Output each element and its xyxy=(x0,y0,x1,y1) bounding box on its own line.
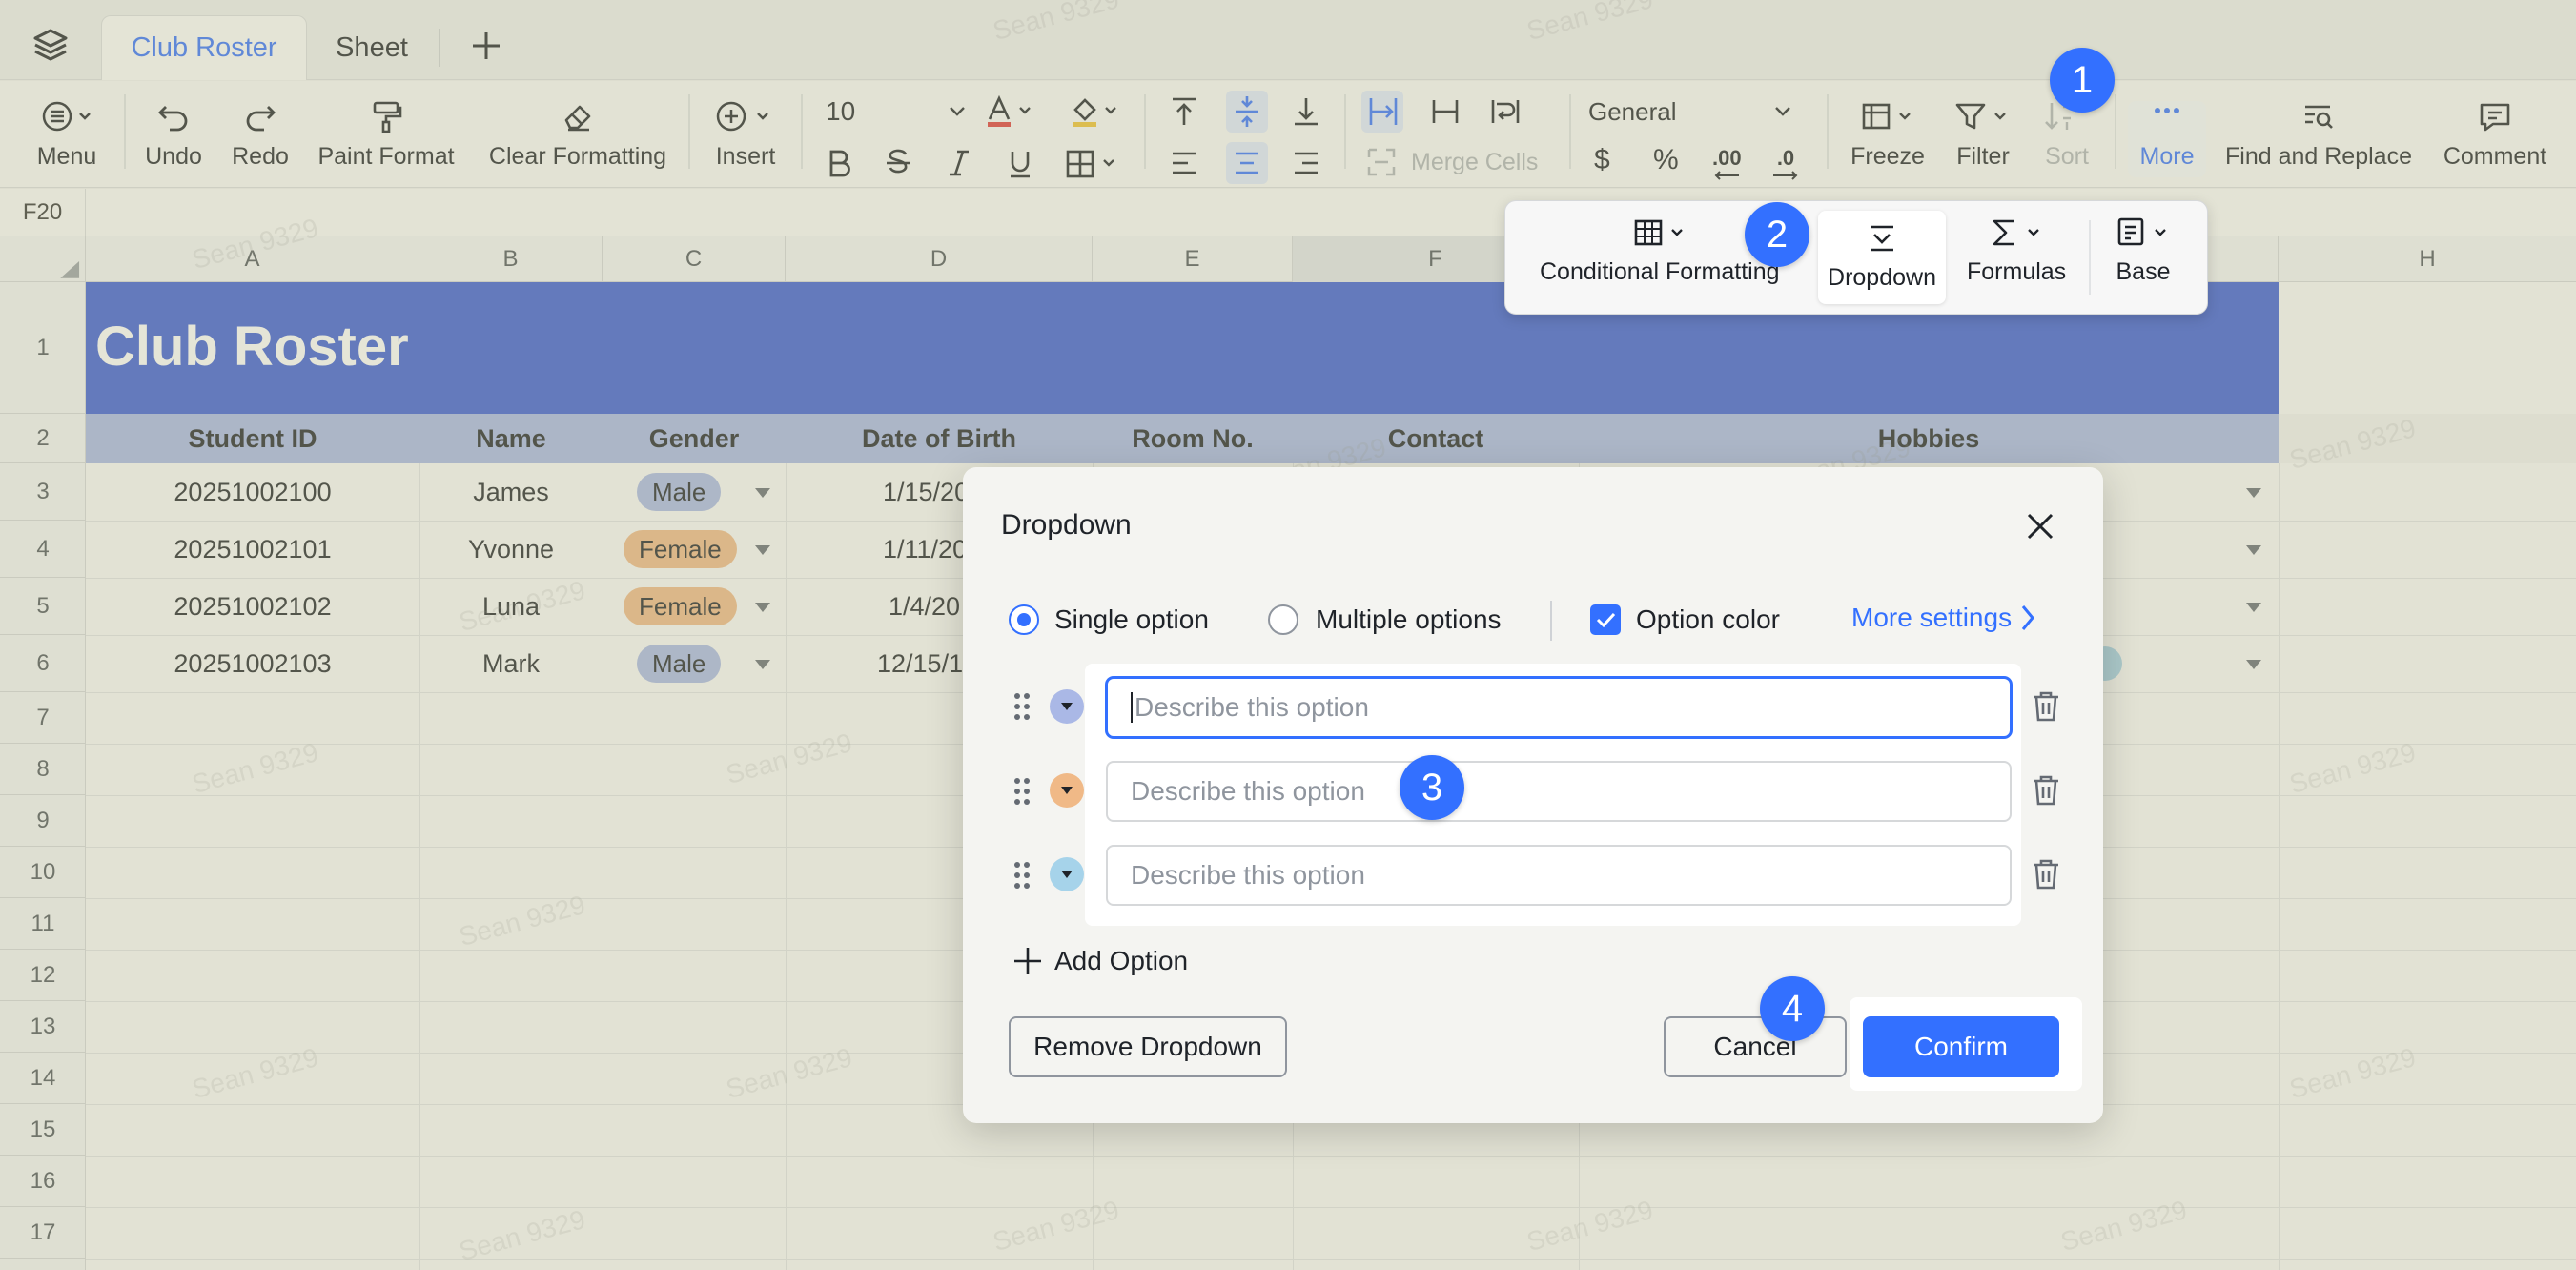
text-cursor xyxy=(1131,692,1133,723)
option-color-label: Option color xyxy=(1636,604,1780,634)
dropdown-label: Dropdown xyxy=(1828,264,1936,291)
delete-option-icon[interactable] xyxy=(2029,773,2063,808)
multiple-options-label: Multiple options xyxy=(1316,604,1502,634)
add-option-button[interactable]: Add Option xyxy=(1011,944,1188,978)
options-divider xyxy=(1550,601,1552,641)
base-button[interactable]: Base xyxy=(2112,211,2175,286)
option-placeholder: Describe this option xyxy=(1131,860,1365,890)
conditional-formatting-icon xyxy=(1628,211,1691,255)
drag-handle-icon[interactable] xyxy=(1012,860,1032,891)
formulas-button[interactable]: Formulas xyxy=(1967,211,2066,286)
dropdown-button[interactable]: Dropdown xyxy=(1818,216,1946,292)
step-badge-3: 3 xyxy=(1400,755,1464,820)
caret-down-icon xyxy=(1061,787,1073,794)
dropdown-list-icon xyxy=(1863,216,1901,260)
step-badge-2: 2 xyxy=(1745,202,1809,267)
dialog-title: Dropdown xyxy=(1001,509,1132,541)
formulas-label: Formulas xyxy=(1967,258,2067,285)
step-badge-4: 4 xyxy=(1760,976,1825,1041)
step-badge-1: 1 xyxy=(2050,48,2115,113)
caret-down-icon xyxy=(1061,703,1073,710)
single-option-label: Single option xyxy=(1054,604,1209,634)
drag-handle-icon[interactable] xyxy=(1012,776,1032,807)
base-icon xyxy=(2112,211,2175,255)
menu-separator xyxy=(2089,220,2091,295)
dropdown-menu-item[interactable]: Dropdown xyxy=(1818,211,1946,304)
drag-handle-icon[interactable] xyxy=(1012,691,1032,722)
add-option-label: Add Option xyxy=(1054,946,1189,975)
option-color-swatch[interactable] xyxy=(1050,857,1084,891)
multiple-options-radio[interactable] xyxy=(1268,604,1298,635)
conditional-formatting-button[interactable]: Conditional Formatting xyxy=(1540,211,1780,286)
option-placeholder: Describe this option xyxy=(1131,776,1365,806)
more-settings-link[interactable]: More settings xyxy=(1851,601,2040,635)
more-settings-label: More settings xyxy=(1851,603,2013,632)
more-menu-popover: Conditional Formatting Dropdown Formulas… xyxy=(1504,200,2208,315)
confirm-button[interactable]: Confirm xyxy=(1863,1016,2059,1077)
delete-option-icon[interactable] xyxy=(2029,857,2063,891)
delete-option-icon[interactable] xyxy=(2029,689,2063,724)
remove-dropdown-button[interactable]: Remove Dropdown xyxy=(1009,1016,1287,1077)
plus-icon xyxy=(1014,948,1041,974)
option-placeholder: Describe this option xyxy=(1135,692,1369,722)
close-icon[interactable] xyxy=(2021,507,2059,545)
chevron-right-icon xyxy=(2021,605,2035,630)
option-input-2[interactable]: Describe this option xyxy=(1106,761,2012,822)
option-color-swatch[interactable] xyxy=(1050,689,1084,724)
options-highlight-box: Describe this option Describe this optio… xyxy=(1085,664,2021,926)
option-color-swatch[interactable] xyxy=(1050,773,1084,808)
base-label: Base xyxy=(2116,258,2171,285)
option-color-checkbox[interactable] xyxy=(1590,604,1621,635)
option-input-3[interactable]: Describe this option xyxy=(1106,845,2012,906)
sigma-icon xyxy=(1985,211,2048,255)
option-input-1[interactable]: Describe this option xyxy=(1106,677,2012,738)
conditional-formatting-label: Conditional Formatting xyxy=(1540,258,1780,285)
single-option-radio[interactable] xyxy=(1009,604,1039,635)
caret-down-icon xyxy=(1061,871,1073,878)
